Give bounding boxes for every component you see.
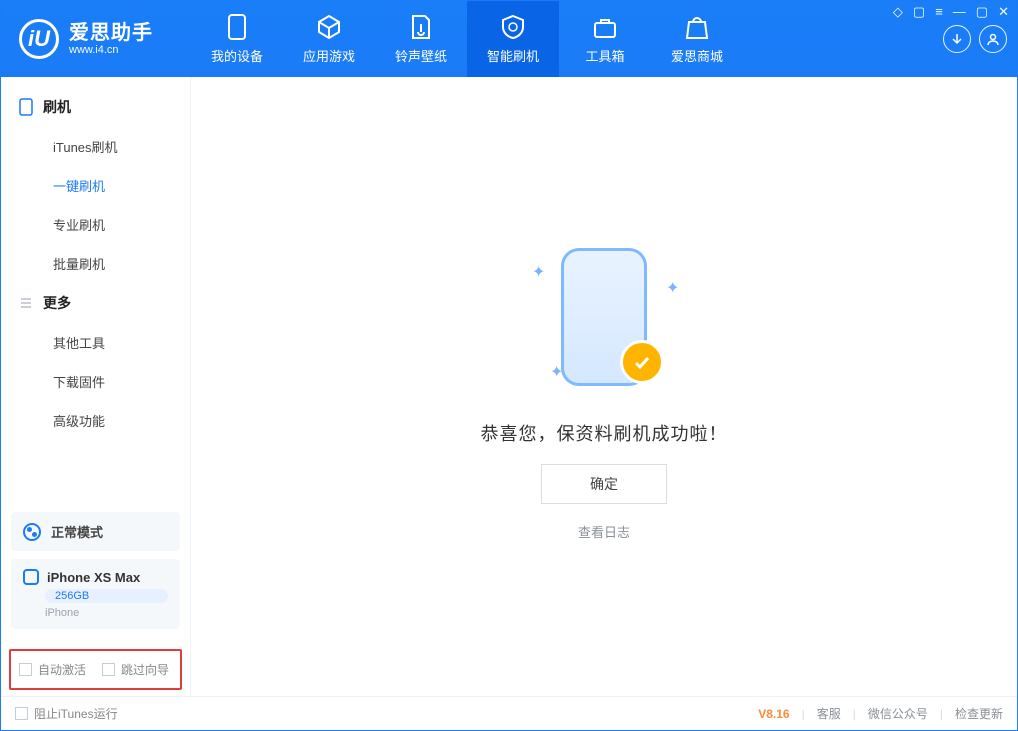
- ok-button[interactable]: 确定: [541, 464, 667, 504]
- sidebar-item-other-tools[interactable]: 其他工具: [1, 323, 190, 362]
- brand-logo-icon: iU: [19, 19, 59, 59]
- sidebar-item-oneclick-flash[interactable]: 一键刷机: [1, 166, 190, 205]
- sidebar-item-itunes-flash[interactable]: iTunes刷机: [1, 127, 190, 166]
- device-card[interactable]: iPhone XS Max 256GB iPhone: [11, 559, 180, 629]
- checkbox-icon: [102, 663, 115, 676]
- sidebar-item-pro-flash[interactable]: 专业刷机: [1, 205, 190, 244]
- checkbox-label: 跳过向导: [121, 661, 169, 678]
- cube-icon: [316, 14, 342, 40]
- minimize-button[interactable]: —: [953, 4, 966, 20]
- brand-name: 爱思助手: [69, 22, 153, 44]
- status-link-update[interactable]: 检查更新: [955, 705, 1003, 722]
- device-icon: [23, 569, 39, 585]
- titlebar: iU 爱思助手 www.i4.cn 我的设备 应用游戏 铃声壁纸 智能刷机: [1, 1, 1017, 77]
- maximize-button[interactable]: ▢: [976, 4, 988, 20]
- user-button[interactable]: [979, 25, 1007, 53]
- sparkle-icon: ✦: [666, 278, 676, 288]
- user-icon: [986, 32, 1000, 46]
- tab-smart-flash[interactable]: 智能刷机: [467, 1, 559, 77]
- menu-icon[interactable]: ≡: [935, 4, 943, 20]
- phone-icon: [224, 14, 250, 40]
- section-title: 更多: [43, 293, 71, 313]
- download-icon: [950, 32, 964, 46]
- sidebar-nav: 刷机 iTunes刷机 一键刷机 专业刷机 批量刷机 更多 其他工具 下载固件 …: [1, 77, 190, 496]
- app-window: ◇ ▢ ≡ — ▢ ✕ iU 爱思助手 www.i4.cn 我的设备 应用游戏: [0, 0, 1018, 731]
- brand-url: www.i4.cn: [69, 44, 153, 56]
- mode-card[interactable]: 正常模式: [11, 512, 180, 551]
- separator: |: [853, 707, 856, 721]
- view-log-link[interactable]: 查看日志: [578, 522, 630, 541]
- success-graphic: ✦ ✦ ✦: [514, 232, 694, 402]
- tab-label: 应用游戏: [303, 46, 355, 65]
- shield-refresh-icon: [500, 14, 526, 40]
- checkbox-icon: [15, 707, 28, 720]
- checkbox-auto-activate[interactable]: 自动激活: [19, 661, 86, 678]
- success-message: 恭喜您，保资料刷机成功啦！: [481, 420, 728, 446]
- tab-apps-games[interactable]: 应用游戏: [283, 1, 375, 77]
- download-button[interactable]: [943, 25, 971, 53]
- window-controls: ◇ ▢ ≡ — ▢ ✕: [893, 4, 1009, 20]
- checkbox-block-itunes[interactable]: 阻止iTunes运行: [15, 705, 118, 722]
- sidebar-bottom: 正常模式 iPhone XS Max 256GB iPhone: [1, 496, 190, 637]
- body: 刷机 iTunes刷机 一键刷机 专业刷机 批量刷机 更多 其他工具 下载固件 …: [1, 77, 1017, 696]
- tab-toolbox[interactable]: 工具箱: [559, 1, 651, 77]
- device-capacity: 256GB: [45, 589, 168, 603]
- mode-icon: [23, 523, 41, 541]
- tab-label: 爱思商城: [671, 46, 723, 65]
- checkbox-skip-guide[interactable]: 跳过向导: [102, 661, 169, 678]
- bag-icon: [684, 14, 710, 40]
- separator: |: [802, 707, 805, 721]
- tab-label: 工具箱: [585, 46, 624, 65]
- theme-icon[interactable]: ◇: [893, 4, 903, 20]
- sidebar-section-more: 更多: [1, 283, 190, 323]
- brand: iU 爱思助手 www.i4.cn: [1, 1, 191, 77]
- tab-my-device[interactable]: 我的设备: [191, 1, 283, 77]
- separator: |: [940, 707, 943, 721]
- close-button[interactable]: ✕: [998, 4, 1009, 20]
- statusbar: 阻止iTunes运行 V8.16 | 客服 | 微信公众号 | 检查更新: [1, 696, 1017, 730]
- toolbox-icon: [592, 14, 618, 40]
- tab-label: 铃声壁纸: [395, 46, 447, 65]
- flash-options: 自动激活 跳过向导: [9, 649, 182, 690]
- list-icon: [19, 296, 33, 310]
- tab-label: 智能刷机: [487, 46, 539, 65]
- sidebar-item-advanced[interactable]: 高级功能: [1, 401, 190, 440]
- settings-icon[interactable]: ▢: [913, 4, 925, 20]
- mode-label: 正常模式: [51, 522, 103, 541]
- version-label: V8.16: [758, 707, 789, 721]
- sidebar-section-flash: 刷机: [1, 87, 190, 127]
- sidebar: 刷机 iTunes刷机 一键刷机 专业刷机 批量刷机 更多 其他工具 下载固件 …: [1, 77, 191, 696]
- tab-ringtones[interactable]: 铃声壁纸: [375, 1, 467, 77]
- checkbox-icon: [19, 663, 32, 676]
- tab-label: 我的设备: [211, 46, 263, 65]
- main-tabs: 我的设备 应用游戏 铃声壁纸 智能刷机 工具箱 爱思商城: [191, 1, 943, 77]
- device-name: iPhone XS Max: [47, 570, 140, 585]
- section-title: 刷机: [43, 97, 71, 117]
- checkbox-label: 自动激活: [38, 661, 86, 678]
- main-content: ✦ ✦ ✦ 恭喜您，保资料刷机成功啦！ 确定 查看日志: [191, 77, 1017, 696]
- sparkle-icon: ✦: [550, 362, 560, 372]
- checkbox-label: 阻止iTunes运行: [34, 705, 118, 722]
- sidebar-item-batch-flash[interactable]: 批量刷机: [1, 244, 190, 283]
- device-type: iPhone: [45, 607, 168, 619]
- music-file-icon: [408, 14, 434, 40]
- tab-store[interactable]: 爱思商城: [651, 1, 743, 77]
- sidebar-item-download-firmware[interactable]: 下载固件: [1, 362, 190, 401]
- success-badge-icon: [620, 340, 664, 384]
- status-link-support[interactable]: 客服: [817, 705, 841, 722]
- sparkle-icon: ✦: [532, 262, 542, 272]
- status-link-wechat[interactable]: 微信公众号: [868, 705, 928, 722]
- phone-icon: [19, 98, 33, 116]
